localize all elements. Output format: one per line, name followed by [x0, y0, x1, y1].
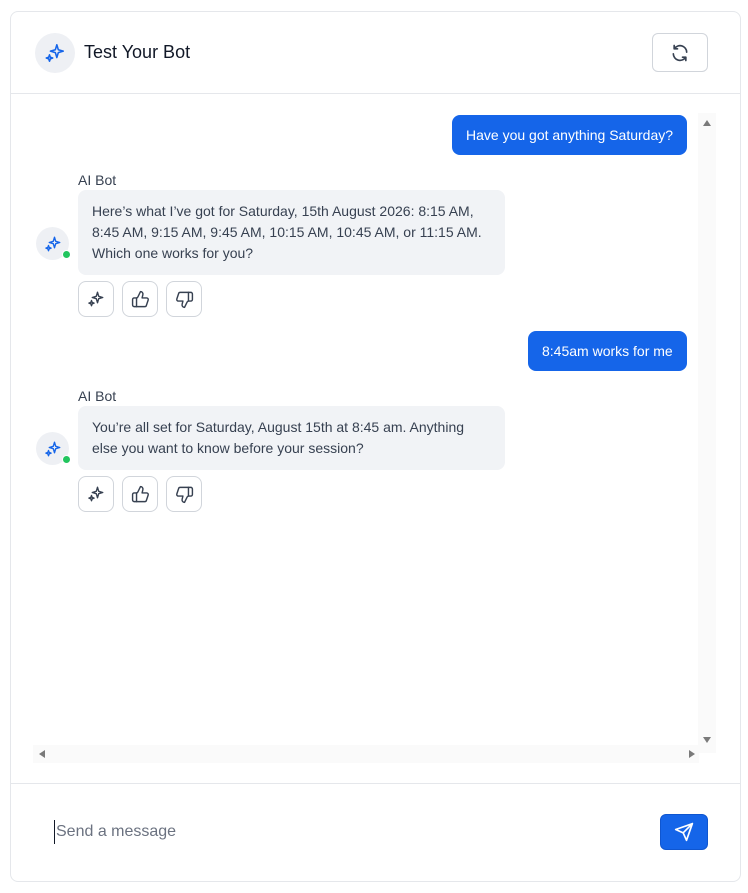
message-actions [78, 476, 202, 512]
sparkles-icon [45, 43, 65, 63]
refresh-button[interactable] [652, 33, 708, 72]
user-message: Have you got anything Saturday? [452, 115, 688, 155]
user-message-text: Have you got anything Saturday? [466, 127, 674, 143]
horizontal-scrollbar[interactable] [33, 745, 699, 763]
thumbs-down-button[interactable] [166, 281, 202, 317]
regenerate-button[interactable] [78, 476, 114, 512]
bot-message-text: Here’s what I’ve got for Saturday, 15th … [92, 203, 482, 261]
online-status-dot [62, 250, 71, 259]
scroll-down-arrow-icon[interactable] [703, 737, 711, 743]
sparkles-icon [88, 291, 104, 307]
user-message-text: 8:45am works for me [542, 343, 673, 359]
thumbs-up-icon [131, 485, 149, 502]
sparkles-icon [44, 236, 60, 251]
thumbs-up-icon [131, 290, 149, 307]
bot-message: You’re all set for Saturday, August 15th… [78, 406, 505, 470]
chat-header: Test Your Bot [11, 12, 740, 94]
bot-message-text: You’re all set for Saturday, August 15th… [92, 419, 465, 456]
bot-message-avatar [36, 227, 71, 260]
bot-avatar [35, 33, 75, 73]
send-button[interactable] [660, 814, 708, 850]
message-composer [11, 783, 740, 881]
online-status-dot [62, 455, 71, 464]
thumbs-up-button[interactable] [122, 476, 158, 512]
page-title: Test Your Bot [84, 42, 191, 62]
vertical-scrollbar[interactable] [698, 113, 716, 753]
bot-message: Here’s what I’ve got for Saturday, 15th … [78, 190, 505, 275]
scroll-left-arrow-icon[interactable] [39, 750, 45, 758]
sparkles-icon [88, 486, 104, 502]
scroll-up-arrow-icon[interactable] [703, 120, 711, 126]
thumbs-up-button[interactable] [122, 281, 158, 317]
send-icon [674, 822, 694, 842]
thumbs-down-button[interactable] [166, 476, 202, 512]
bot-sender-name: AI Bot [78, 172, 117, 188]
message-input[interactable] [54, 820, 634, 844]
chat-panel: Test Your Bot Have you got anything Satu… [10, 11, 741, 882]
scroll-right-arrow-icon[interactable] [689, 750, 695, 758]
refresh-icon [672, 44, 688, 61]
bot-message-avatar [36, 432, 71, 465]
thumbs-down-icon [175, 291, 193, 308]
user-message: 8:45am works for me [528, 331, 687, 371]
sparkles-icon [44, 441, 60, 456]
message-actions [78, 281, 202, 317]
thumbs-down-icon [175, 486, 193, 503]
regenerate-button[interactable] [78, 281, 114, 317]
chat-messages[interactable]: Have you got anything Saturday? AI Bot H… [11, 95, 740, 783]
bot-sender-name: AI Bot [78, 388, 117, 404]
